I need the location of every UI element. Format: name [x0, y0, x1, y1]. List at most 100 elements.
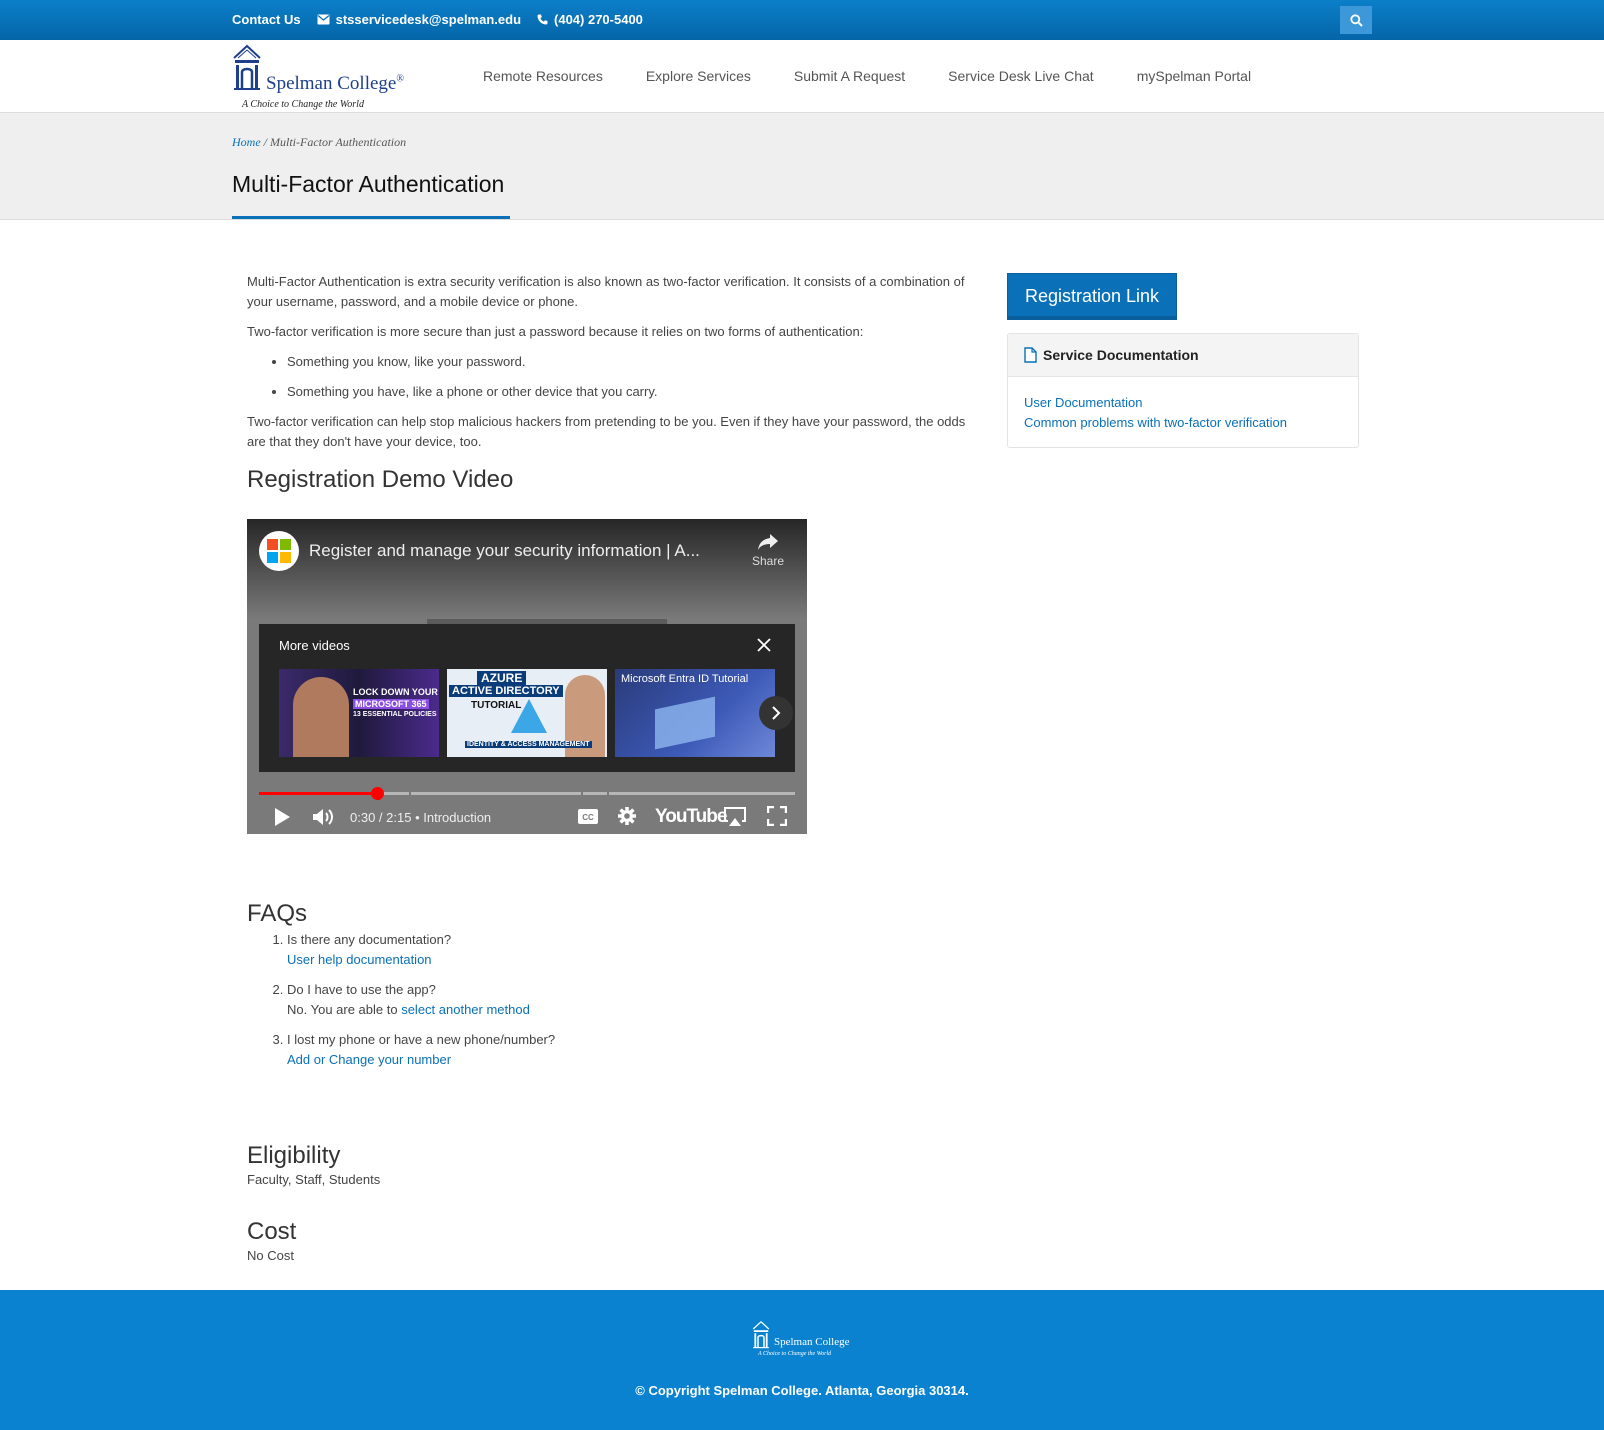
spelman-logo[interactable]: Spelman College® A Choice to Change the …: [232, 44, 404, 110]
nav-myspelman-portal[interactable]: mySpelman Portal: [1137, 68, 1251, 84]
documentation-links: User Documentation Common problems with …: [1024, 393, 1287, 433]
chapter-marker: [409, 792, 411, 795]
time-elapsed-total: 0:30 / 2:15: [350, 810, 412, 825]
faq-answer: Add or Change your number: [287, 1050, 947, 1070]
breadcrumb-separator: /: [260, 135, 271, 149]
footer-logo-tagline: A Choice to Change the World: [758, 1351, 832, 1357]
progress-bar[interactable]: [259, 787, 795, 800]
faq-answer: No. You are able to select another metho…: [287, 1002, 530, 1017]
chapter-name[interactable]: Introduction: [423, 810, 491, 825]
youtube-logo[interactable]: YouTube: [655, 806, 727, 828]
next-videos-button[interactable]: [759, 696, 793, 730]
service-documentation-panel: Service Documentation User Documentation…: [1007, 333, 1359, 448]
envelope-icon: [317, 14, 330, 25]
thumbnail-title: LOCK DOWN YOUR: [353, 687, 438, 697]
chapter-marker: [581, 792, 583, 795]
captions-button[interactable]: CC: [577, 808, 599, 830]
copyright: © Copyright Spelman College. Atlanta, Ge…: [635, 1383, 969, 1398]
phone-icon: [537, 14, 548, 25]
faq-item: Is there any documentation? User help do…: [287, 930, 947, 970]
faq-answer: User help documentation: [287, 950, 947, 970]
panel-title: Service Documentation: [1043, 347, 1199, 363]
video-thumbnail[interactable]: AZURE ACTIVE DIRECTORY TUTORIAL IDENTITY…: [447, 669, 607, 757]
intro-paragraph: Multi-Factor Authentication is extra sec…: [247, 274, 965, 309]
logo-tagline: A Choice to Change the World: [242, 99, 364, 110]
user-help-documentation-link[interactable]: User help documentation: [287, 952, 432, 967]
footer-logo[interactable]: Spelman College A Choice to Change the W…: [752, 1320, 852, 1362]
cost-section: Cost No Cost: [247, 1218, 297, 1266]
video-title[interactable]: Register and manage your security inform…: [309, 541, 700, 561]
user-documentation-link[interactable]: User Documentation: [1024, 393, 1287, 413]
hackers-paragraph: Two-factor verification can help stop ma…: [247, 414, 966, 449]
factor-list: Something you know, like your password. …: [247, 352, 977, 402]
nav-explore-services[interactable]: Explore Services: [646, 68, 751, 84]
common-problems-link[interactable]: Common problems with two-factor verifica…: [1024, 413, 1287, 433]
more-videos-panel: More videos LOCK DOWN YOUR MICROSOFT 365…: [259, 624, 795, 772]
thumbnail-title: Microsoft Entra ID Tutorial: [621, 673, 749, 685]
video-thumbnail[interactable]: Microsoft Entra ID Tutorial: [615, 669, 775, 757]
nav-submit-request[interactable]: Submit A Request: [794, 68, 905, 84]
title-underline: [232, 216, 510, 219]
search-icon: [1349, 13, 1363, 27]
video-thumbnail[interactable]: LOCK DOWN YOUR MICROSOFT 365 13 ESSENTIA…: [279, 669, 439, 757]
faq-question: Is there any documentation?: [287, 932, 452, 947]
top-contact-bar: Contact Us stsservicedesk@spelman.edu (4…: [0, 0, 1604, 40]
thumbnail-title: IDENTITY & ACCESS MANAGEMENT: [465, 741, 592, 748]
fullscreen-button[interactable]: [766, 805, 788, 831]
thumbnail-title: 13 ESSENTIAL POLICIES: [353, 711, 437, 718]
contact-label: Contact Us: [232, 12, 301, 27]
email-link[interactable]: stsservicedesk@spelman.edu: [336, 12, 521, 27]
main-nav: Remote Resources Explore Services Submit…: [483, 68, 1251, 84]
faq-section: FAQs Is there any documentation? User he…: [247, 902, 947, 1080]
settings-button[interactable]: [617, 806, 637, 831]
close-icon: [757, 638, 771, 652]
volume-icon: [313, 809, 333, 825]
airplay-icon: [724, 807, 746, 826]
eligibility-heading: Eligibility: [247, 1142, 341, 1169]
faq-item: Do I have to use the app? No. You are ab…: [287, 980, 947, 1020]
share-button[interactable]: Share: [743, 533, 793, 568]
play-button[interactable]: [273, 807, 291, 832]
chapter-marker: [607, 792, 609, 795]
phone-number[interactable]: (404) 270-5400: [554, 12, 643, 27]
main-content: Multi-Factor Authentication is extra sec…: [247, 272, 977, 493]
diamond-graphic: [511, 699, 547, 733]
airplay-button[interactable]: [723, 806, 747, 832]
close-button[interactable]: [757, 638, 771, 657]
contact-info: Contact Us stsservicedesk@spelman.edu (4…: [232, 12, 643, 27]
video-heading: Registration Demo Video: [247, 466, 514, 493]
site-footer: Spelman College A Choice to Change the W…: [0, 1290, 1604, 1430]
video-top-gradient: [247, 519, 807, 619]
play-icon: [275, 808, 290, 826]
building-logo-icon: [752, 1320, 770, 1349]
chevron-right-icon: [772, 706, 781, 720]
faq-list: Is there any documentation? User help do…: [247, 930, 947, 1070]
cost-heading: Cost: [247, 1218, 297, 1245]
footer-logo-name: Spelman College: [774, 1336, 850, 1348]
breadcrumb-home[interactable]: Home: [232, 135, 261, 149]
search-button[interactable]: [1340, 6, 1372, 34]
person-silhouette: [293, 677, 349, 757]
nav-live-chat[interactable]: Service Desk Live Chat: [948, 68, 1094, 84]
progress-fill: [259, 792, 377, 795]
microsoft-logo-icon: [267, 539, 291, 563]
add-change-number-link[interactable]: Add or Change your number: [287, 1052, 451, 1067]
page-title: Multi-Factor Authentication: [232, 171, 505, 197]
document-icon: [1024, 347, 1037, 363]
video-player[interactable]: Register and manage your security inform…: [247, 519, 807, 834]
nav-remote-resources[interactable]: Remote Resources: [483, 68, 603, 84]
share-label: Share: [751, 554, 785, 568]
faq-question: Do I have to use the app?: [287, 982, 436, 997]
fullscreen-icon: [766, 805, 788, 827]
building-logo-icon: [233, 44, 261, 90]
thumbnail-title: MICROSOFT 365: [353, 699, 429, 709]
svg-text:CC: CC: [582, 813, 594, 822]
registration-link-button[interactable]: Registration Link: [1007, 273, 1177, 320]
thumbnail-title: ACTIVE DIRECTORY: [449, 685, 563, 697]
channel-avatar[interactable]: [259, 531, 299, 571]
page-banner: Home / Multi-Factor Authentication Multi…: [0, 113, 1604, 220]
faq-item: I lost my phone or have a new phone/numb…: [287, 1030, 947, 1070]
list-item: Something you have, like a phone or othe…: [287, 382, 977, 402]
select-another-method-link[interactable]: select another method: [401, 1002, 530, 1017]
volume-button[interactable]: [312, 807, 336, 832]
